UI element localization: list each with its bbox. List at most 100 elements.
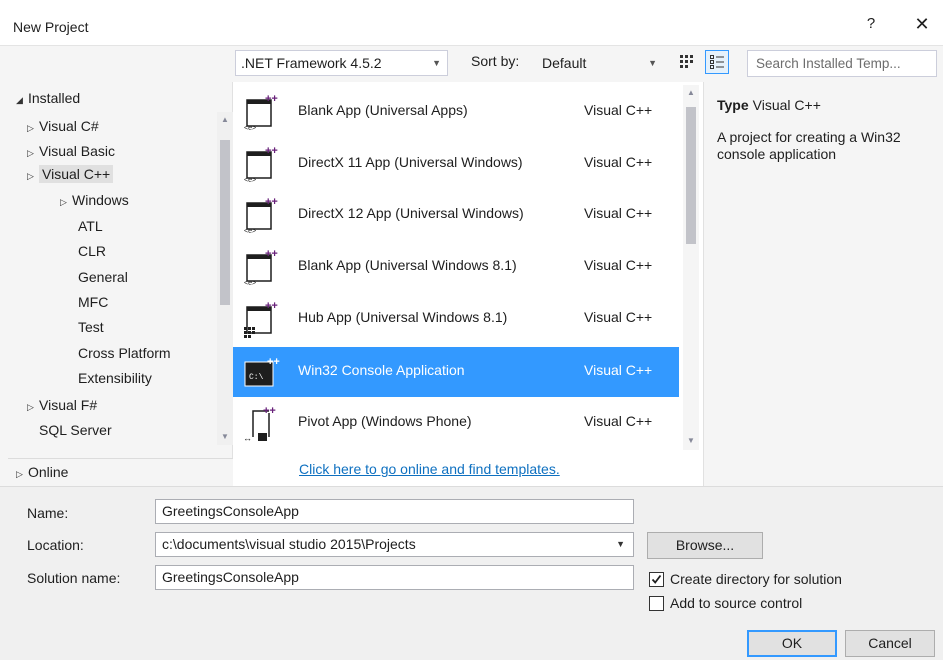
tree-scrollbar-thumb[interactable] <box>220 140 230 305</box>
list-view-button[interactable] <box>705 50 729 74</box>
template-item[interactable]: ++ <e> DirectX 11 App (Universal Windows… <box>233 139 679 189</box>
template-language: Visual C++ <box>584 257 653 273</box>
svg-text:++: ++ <box>265 301 278 312</box>
find-templates-online-link[interactable]: Click here to go online and find templat… <box>299 461 560 477</box>
template-language: Visual C++ <box>584 102 653 118</box>
expanded-triangle-icon: ◢ <box>16 95 23 105</box>
svg-text:<e>: <e> <box>244 228 256 235</box>
sort-dropdown[interactable]: Default ▼ <box>536 50 664 76</box>
tree-item-mfc[interactable]: MFC <box>78 294 108 310</box>
list-view-icon <box>710 55 724 69</box>
tree-scrollbar[interactable]: ▲ ▼ <box>217 112 233 445</box>
cpp-project-icon: ++ <e> <box>244 249 278 287</box>
template-name: Pivot App (Windows Phone) <box>298 413 472 429</box>
template-item[interactable]: ++ ↔ Pivot App (Windows Phone) Visual C+… <box>233 398 679 448</box>
checkmark-icon <box>651 574 662 584</box>
template-category-tree: ◢ Installed ▷ Visual C# ▷ Visual Basic ▷ Vis… <box>8 82 233 458</box>
location-value: c:\documents\visual studio 2015\Projects <box>162 536 416 552</box>
checkbox-checked[interactable] <box>649 572 664 587</box>
template-name: Hub App (Universal Windows 8.1) <box>298 309 508 325</box>
source-control-label: Add to source control <box>670 595 803 611</box>
template-name: DirectX 11 App (Universal Windows) <box>298 154 523 170</box>
location-combobox[interactable]: c:\documents\visual studio 2015\Projects… <box>155 532 634 557</box>
title-bar: New Project ? ✕ <box>0 0 943 46</box>
template-list: ++ <e> Blank App (Universal Apps) Visual… <box>233 82 703 486</box>
ok-button[interactable]: OK <box>747 630 837 657</box>
tree-item-online[interactable]: ▷ Online <box>8 458 233 486</box>
tree-item-visual-csharp[interactable]: ▷ Visual C# <box>27 118 99 134</box>
close-button[interactable]: ✕ <box>909 10 935 38</box>
create-directory-label: Create directory for solution <box>670 571 842 587</box>
collapsed-triangle-icon: ▷ <box>16 469 23 479</box>
scroll-down-icon[interactable]: ▼ <box>217 429 233 445</box>
help-button[interactable]: ? <box>858 10 884 38</box>
tree-item-installed[interactable]: ◢ Installed <box>16 90 80 106</box>
collapsed-triangle-icon: ▷ <box>27 402 34 412</box>
svg-text:C:\: C:\ <box>249 373 264 382</box>
hub-app-icon: ++ <box>244 301 278 338</box>
cpp-project-icon: ++ <e> <box>244 94 278 132</box>
grid-view-icon <box>680 55 693 68</box>
template-name: Blank App (Universal Windows 8.1) <box>298 257 517 273</box>
add-source-control-checkbox[interactable]: Add to source control <box>649 595 802 611</box>
search-installed-input[interactable] <box>747 50 937 77</box>
framework-dropdown[interactable]: .NET Framework 4.5.2 ▼ <box>235 50 448 76</box>
checkbox-unchecked[interactable] <box>649 596 664 611</box>
template-language: Visual C++ <box>584 309 653 325</box>
console-app-icon: C:\ ++ <box>244 356 280 387</box>
tree-item-clr[interactable]: CLR <box>78 243 106 259</box>
browse-button[interactable]: Browse... <box>647 532 763 559</box>
svg-text:++: ++ <box>263 405 276 417</box>
pivot-app-icon: ++ ↔ <box>243 405 276 443</box>
medium-icons-view-button[interactable] <box>674 50 698 74</box>
create-directory-checkbox[interactable]: Create directory for solution <box>649 571 842 587</box>
collapsed-triangle-icon: ▷ <box>27 123 34 133</box>
cpp-project-icon: ++ <e> <box>244 197 278 235</box>
tree-item-test[interactable]: Test <box>78 319 104 335</box>
collapsed-triangle-icon: ▷ <box>27 171 34 181</box>
tree-item-sql-server[interactable]: SQL Server <box>39 422 112 438</box>
solution-name-input[interactable]: GreetingsConsoleApp <box>155 565 634 590</box>
template-language: Visual C++ <box>584 154 653 170</box>
scroll-up-icon[interactable]: ▲ <box>683 85 699 101</box>
scroll-down-icon[interactable]: ▼ <box>683 433 699 449</box>
tree-item-extensibility[interactable]: Extensibility <box>78 370 152 386</box>
template-name: DirectX 12 App (Universal Windows) <box>298 205 524 221</box>
tree-item-visual-fsharp[interactable]: ▷ Visual F# <box>27 397 97 413</box>
svg-text:<e>: <e> <box>244 125 256 132</box>
template-item-selected[interactable]: C:\ ++ Win32 Console Application Visual … <box>233 347 679 397</box>
tree-item-visual-basic[interactable]: ▷ Visual Basic <box>27 143 115 159</box>
scroll-up-icon[interactable]: ▲ <box>217 112 233 128</box>
svg-text:<e>: <e> <box>244 280 256 287</box>
svg-text:↔: ↔ <box>243 433 252 443</box>
type-value: Visual C++ <box>752 97 821 113</box>
tree-item-windows[interactable]: ▷ Windows <box>60 192 129 208</box>
tree-item-cross-platform[interactable]: Cross Platform <box>78 345 171 361</box>
svg-text:++: ++ <box>265 197 278 208</box>
tree-item-atl[interactable]: ATL <box>78 218 103 234</box>
name-label: Name: <box>27 505 69 521</box>
name-input[interactable]: GreetingsConsoleApp <box>155 499 634 524</box>
template-item[interactable]: ++ <e> Blank App (Universal Windows 8.1)… <box>233 242 679 292</box>
template-details-panel: Type Visual C++ A project for creating a … <box>703 82 943 486</box>
template-list-scrollbar[interactable]: ▲ ▼ <box>683 85 699 450</box>
svg-text:<e>: <e> <box>244 177 256 184</box>
template-language: Visual C++ <box>584 413 653 429</box>
tree-item-general[interactable]: General <box>78 269 128 285</box>
sort-value: Default <box>542 55 587 71</box>
cancel-button[interactable]: Cancel <box>845 630 935 657</box>
template-item[interactable]: ++ <e> Blank App (Universal Apps) Visual… <box>233 87 679 137</box>
chevron-down-icon[interactable]: ▼ <box>616 533 625 556</box>
cpp-project-icon: ++ <e> <box>244 146 278 184</box>
type-label: Type <box>717 97 749 113</box>
template-language: Visual C++ <box>584 205 653 221</box>
collapsed-triangle-icon: ▷ <box>60 197 67 207</box>
template-scrollbar-thumb[interactable] <box>686 107 696 244</box>
project-settings-form: Name: GreetingsConsoleApp Location: c:\d… <box>0 486 943 660</box>
svg-text:++: ++ <box>265 249 278 260</box>
tree-item-visual-cpp[interactable]: ▷ Visual C++ <box>27 165 114 183</box>
template-item[interactable]: ++ <e> DirectX 12 App (Universal Windows… <box>233 190 679 240</box>
chevron-down-icon: ▼ <box>648 58 657 68</box>
template-item[interactable]: ++ Hub App (Universal Windows 8.1) Visua… <box>233 294 679 344</box>
template-language: Visual C++ <box>584 362 653 378</box>
